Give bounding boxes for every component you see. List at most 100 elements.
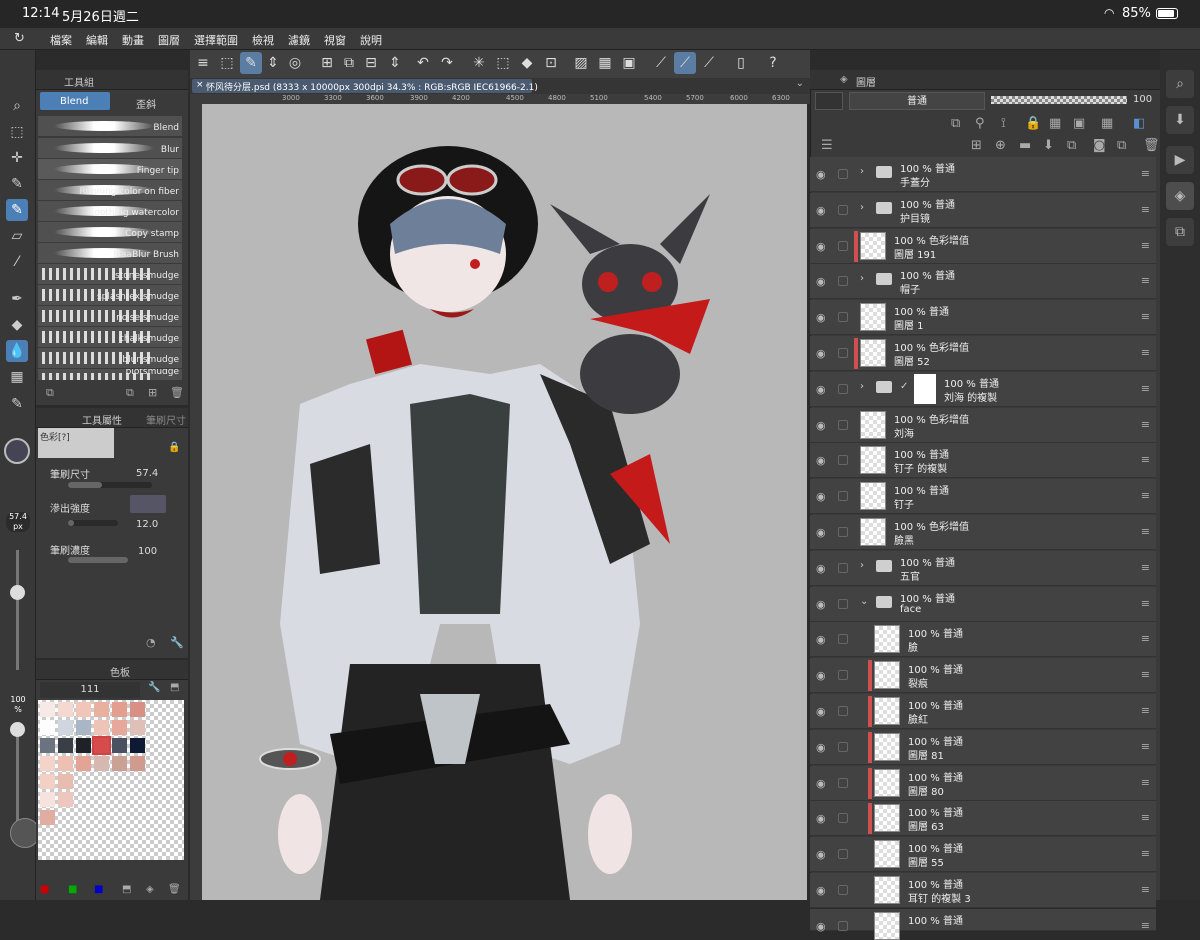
- ruler-icon[interactable]: ⟋: [650, 52, 672, 74]
- subtool-tab-distort[interactable]: 歪斜: [114, 92, 184, 111]
- color-swatch[interactable]: [76, 702, 91, 717]
- move-icon[interactable]: ✛: [6, 147, 28, 169]
- eye-icon[interactable]: ◉: [816, 920, 826, 933]
- layer-row[interactable]: ◉ 100 % 普通 圖層 1 ≡: [810, 300, 1156, 336]
- color-swatch[interactable]: [94, 756, 109, 771]
- color-swatch[interactable]: [40, 810, 55, 825]
- eye-icon[interactable]: ◉: [816, 383, 826, 396]
- drag-handle-icon[interactable]: ≡: [1141, 919, 1150, 932]
- menu-window[interactable]: 視窗: [324, 32, 346, 48]
- size-slider-track[interactable]: [16, 550, 19, 670]
- delete-layer-icon[interactable]: 🗑: [1143, 138, 1160, 153]
- brush-item[interactable]: noise smudge: [38, 306, 182, 327]
- opacity-slider-thumb[interactable]: [10, 722, 25, 737]
- layer-color-mode-icon[interactable]: ◧: [1133, 116, 1145, 131]
- layer-row[interactable]: ◉ 100 % 色彩增值 圖層 191 ≡: [810, 228, 1156, 264]
- layer-row[interactable]: ◉ 100 % 普通 臉紅 ≡: [810, 694, 1156, 729]
- color-swatch[interactable]: [112, 702, 127, 717]
- canvas-tab[interactable]: × 怀风待分层.psd (8333 x 10000px 300dpi 34.3%…: [192, 79, 538, 93]
- drawing-canvas[interactable]: [190, 104, 807, 900]
- grid-icon[interactable]: ▦: [594, 52, 616, 74]
- drag-handle-icon[interactable]: ≡: [1141, 776, 1150, 789]
- drag-handle-icon[interactable]: ≡: [1141, 203, 1150, 216]
- lock-transparency-icon[interactable]: ⟟: [1001, 116, 1006, 131]
- drag-handle-icon[interactable]: ≡: [1141, 310, 1150, 323]
- blue-channel-icon[interactable]: ■: [94, 884, 103, 895]
- layer-check[interactable]: [838, 920, 848, 931]
- eye-icon[interactable]: ◉: [816, 526, 826, 539]
- layer-check[interactable]: [838, 348, 848, 358]
- grid-layer-icon[interactable]: ▦: [1101, 116, 1113, 131]
- subtool-add-icon[interactable]: ⊞: [148, 386, 157, 399]
- blend-tool-icon[interactable]: 💧: [6, 340, 28, 362]
- color-swatch[interactable]: [76, 720, 91, 735]
- pen-icon[interactable]: ✎: [6, 173, 28, 195]
- color-swatch[interactable]: [130, 702, 145, 717]
- layer-row[interactable]: ◉ 100 % 普通 圖層 80 ≡: [810, 765, 1156, 801]
- eye-icon[interactable]: ◉: [816, 705, 826, 718]
- color-swatch[interactable]: [94, 720, 109, 735]
- close-tab-icon[interactable]: ×: [196, 80, 204, 90]
- bucket-icon[interactable]: ◆: [516, 52, 538, 74]
- menu-edit[interactable]: 編輯: [86, 32, 108, 48]
- layer-row[interactable]: ◉ ⌄ 100 % 普通 face ≡: [810, 586, 1156, 622]
- drag-handle-icon[interactable]: ≡: [1141, 704, 1150, 717]
- menu-help[interactable]: 說明: [360, 32, 382, 48]
- drag-handle-icon[interactable]: ≡: [1141, 811, 1150, 824]
- lock-icon[interactable]: 🔒: [168, 442, 180, 453]
- palette-wrench-icon[interactable]: 🔧: [148, 682, 160, 693]
- select-all-icon[interactable]: ⬚: [492, 52, 514, 74]
- edit-icon[interactable]: ✎: [240, 52, 262, 74]
- layer-check[interactable]: [838, 813, 848, 824]
- brush-item[interactable]: Soothing watercolor: [38, 201, 182, 222]
- chevron-down-icon[interactable]: ⌄: [796, 78, 804, 89]
- hatch-icon[interactable]: ▨: [570, 52, 592, 74]
- layer-row[interactable]: ◉ 100 % 普通 圖層 63 ≡: [810, 801, 1156, 837]
- blend-strength-value[interactable]: 12.0: [136, 519, 158, 530]
- color-swatch[interactable]: [58, 792, 73, 807]
- navigator-icon[interactable]: ⌕: [1166, 70, 1194, 98]
- layer-check[interactable]: [838, 670, 848, 681]
- eye-icon[interactable]: ◉: [816, 275, 826, 288]
- chevron-right-icon[interactable]: ›: [860, 273, 864, 284]
- color-swatch[interactable]: [130, 738, 145, 753]
- color-swatch[interactable]: [92, 736, 111, 755]
- drag-handle-icon[interactable]: ≡: [1141, 632, 1150, 645]
- eye-icon[interactable]: ◉: [816, 311, 826, 324]
- chevron-right-icon[interactable]: ›: [860, 202, 864, 213]
- color-swatch[interactable]: [112, 720, 127, 735]
- brush-item[interactable]: blur smudge: [38, 348, 182, 369]
- brush-item[interactable]: stone smudge: [38, 264, 182, 285]
- loading-icon[interactable]: ✳: [468, 52, 490, 74]
- wrench-icon[interactable]: 🔧: [170, 636, 184, 649]
- layer-check[interactable]: [838, 491, 848, 502]
- brush-item[interactable]: MaaBlur Brush: [38, 243, 182, 264]
- redo-icon[interactable]: ↷: [436, 52, 458, 74]
- chevron-right-icon[interactable]: ›: [860, 560, 864, 571]
- layer-opacity-slider[interactable]: [991, 96, 1127, 104]
- copy-icon[interactable]: ⧉: [1067, 138, 1076, 153]
- brush-item[interactable]: Copy stamp: [38, 222, 182, 243]
- eye-icon[interactable]: ◉: [816, 812, 826, 825]
- menu-selection[interactable]: 選擇範圍: [194, 32, 238, 48]
- new-raster-icon[interactable]: ⊞: [971, 138, 982, 153]
- brush-item[interactable]: splashtex smudge: [38, 285, 182, 306]
- blend-strength-slider[interactable]: [68, 520, 118, 526]
- color-swatch[interactable]: [40, 792, 55, 807]
- merge-icon[interactable]: ⬇: [1043, 138, 1054, 153]
- brush-item[interactable]: blotsmudge: [38, 369, 182, 381]
- layer-dock-icon[interactable]: ◈: [1166, 182, 1194, 210]
- color-swatch[interactable]: [112, 738, 127, 753]
- eye-icon[interactable]: ◉: [816, 598, 826, 611]
- fill-layer-icon[interactable]: ⊟: [360, 52, 382, 74]
- layer-row[interactable]: ◉ › 100 % 普通 帽子 ≡: [810, 264, 1156, 300]
- subtool-delete-icon[interactable]: 🗑: [170, 386, 184, 399]
- snap-icon[interactable]: ⟋: [674, 52, 696, 74]
- menu-file[interactable]: 檔案: [50, 32, 72, 48]
- export-icon[interactable]: ⬇: [1166, 106, 1194, 134]
- drag-handle-icon[interactable]: ≡: [1141, 740, 1150, 753]
- device-icon[interactable]: ▯: [730, 52, 752, 74]
- layer-row[interactable]: ◉ 100 % 普通 钉子 ≡: [810, 479, 1156, 515]
- eye-icon[interactable]: ◉: [816, 562, 826, 575]
- brush-icon[interactable]: ✎: [6, 199, 28, 221]
